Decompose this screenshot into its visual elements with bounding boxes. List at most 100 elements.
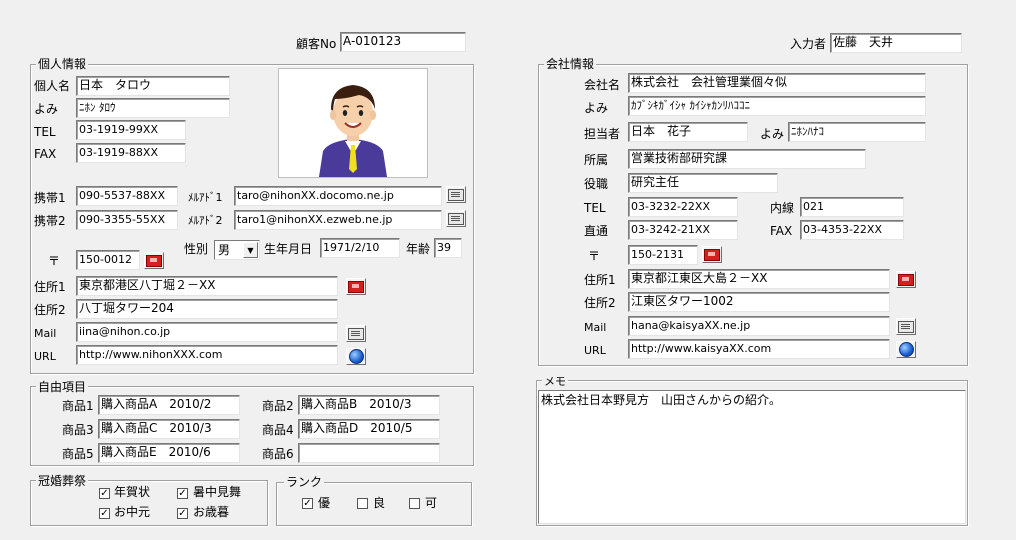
company-name-label: 会社名 bbox=[584, 78, 621, 92]
company-fax-field[interactable]: 03-4353-22XX bbox=[800, 220, 904, 240]
mail-address1-label: ﾒﾙｱﾄﾞ1 bbox=[188, 191, 223, 204]
rank-excellent-checkbox[interactable]: ✓ bbox=[302, 498, 313, 509]
mail-icon bbox=[898, 320, 914, 333]
chevron-down-icon[interactable]: ▼ bbox=[243, 242, 258, 258]
midyear-gift-label: お中元 bbox=[114, 505, 151, 519]
company-zip-field[interactable]: 150-2131 bbox=[628, 245, 698, 265]
product3-field[interactable]: 購入商品C 2010/3 bbox=[98, 419, 240, 439]
globe-icon bbox=[348, 349, 364, 364]
product5-field[interactable]: 購入商品E 2010/6 bbox=[98, 443, 240, 463]
direct-line-field[interactable]: 03-3242-21XX bbox=[628, 220, 738, 240]
company-name-field[interactable]: 株式会社 会社管理業個々似 bbox=[628, 73, 926, 93]
product4-field[interactable]: 購入商品D 2010/5 bbox=[298, 419, 440, 439]
personal-addr1-label: 住所1 bbox=[34, 280, 66, 294]
rank-fair-label: 可 bbox=[425, 496, 438, 510]
personal-send-mail-button[interactable] bbox=[346, 325, 366, 342]
personal-tel-field[interactable]: 03-1919-99XX bbox=[76, 120, 186, 140]
mail-address1-field[interactable]: taro@nihonXX.docomo.ne.jp bbox=[234, 186, 442, 206]
summer-greeting-checkbox[interactable]: ✓ bbox=[177, 488, 188, 499]
extension-field[interactable]: 021 bbox=[800, 197, 904, 217]
product2-label: 商品2 bbox=[262, 399, 294, 413]
extension-label: 内線 bbox=[770, 201, 795, 215]
company-tel-field[interactable]: 03-3232-22XX bbox=[628, 197, 738, 217]
company-email-field[interactable]: hana@kaisyaXX.ne.jp bbox=[628, 316, 890, 336]
dept-label: 所属 bbox=[584, 153, 609, 167]
person-avatar-icon bbox=[279, 69, 427, 177]
personal-map-button[interactable] bbox=[346, 278, 366, 295]
personal-addr1-field[interactable]: 東京都港区八丁堀２－XX bbox=[76, 276, 338, 296]
personal-email-field[interactable]: iina@nihon.co.jp bbox=[76, 322, 338, 342]
entered-by-field[interactable]: 佐藤 天井 bbox=[830, 33, 962, 53]
company-map-button[interactable] bbox=[896, 271, 916, 288]
product5-label: 商品5 bbox=[62, 447, 94, 461]
contact-label: 担当者 bbox=[584, 127, 621, 141]
personal-tel-label: TEL bbox=[34, 125, 56, 139]
gender-label: 性別 bbox=[184, 242, 209, 256]
memo-textarea[interactable]: 株式会社日本野見方 山田さんからの紹介。 bbox=[538, 390, 966, 524]
contact-kana-field[interactable]: ﾆﾎﾝﾊﾅｺ bbox=[788, 122, 926, 142]
product6-label: 商品6 bbox=[262, 447, 294, 461]
personal-fax-field[interactable]: 03-1919-88XX bbox=[76, 143, 186, 163]
company-addr2-field[interactable]: 江東区タワー1002 bbox=[628, 292, 890, 312]
direct-line-label: 直通 bbox=[584, 224, 609, 238]
product1-field[interactable]: 購入商品A 2010/2 bbox=[98, 395, 240, 415]
personal-zip-label: 〒 bbox=[48, 254, 61, 268]
personal-url-field[interactable]: http://www.nihonXXX.com bbox=[76, 345, 338, 365]
new-year-card-label: 年賀状 bbox=[114, 485, 151, 499]
company-zip-lookup-button[interactable] bbox=[702, 246, 722, 263]
product2-field[interactable]: 購入商品B 2010/3 bbox=[298, 395, 440, 415]
mobile2-field[interactable]: 090-3355-55XX bbox=[76, 210, 178, 230]
globe-icon bbox=[898, 342, 914, 357]
birthday-field[interactable]: 1971/2/10 bbox=[320, 238, 400, 258]
free-items-title: 自由項目 bbox=[36, 380, 89, 394]
mail-icon bbox=[348, 327, 364, 340]
product1-label: 商品1 bbox=[62, 399, 94, 413]
personal-kana-field[interactable]: ﾆﾎﾝ ﾀﾛｳ bbox=[76, 98, 230, 118]
company-open-url-button[interactable] bbox=[896, 341, 916, 358]
new-year-card-checkbox[interactable]: ✓ bbox=[99, 488, 110, 499]
yearend-gift-checkbox[interactable]: ✓ bbox=[177, 508, 188, 519]
dept-field[interactable]: 営業技術部研究課 bbox=[628, 149, 866, 169]
position-field[interactable]: 研究主任 bbox=[628, 173, 778, 193]
customer-no-field[interactable]: A-010123 bbox=[340, 32, 466, 52]
company-addr1-label: 住所1 bbox=[584, 273, 616, 287]
map-icon bbox=[898, 273, 914, 286]
mail-address2-field[interactable]: taro1@nihonXX.ezweb.ne.jp bbox=[234, 210, 442, 230]
mail-icon bbox=[448, 188, 464, 201]
mobile1-field[interactable]: 090-5537-88XX bbox=[76, 186, 178, 206]
midyear-gift-checkbox[interactable]: ✓ bbox=[99, 508, 110, 519]
mobile1-label: 携帯1 bbox=[34, 191, 66, 205]
personal-addr2-field[interactable]: 八丁堀タワー204 bbox=[76, 299, 338, 319]
mail-icon bbox=[448, 212, 464, 225]
position-label: 役職 bbox=[584, 177, 609, 191]
personal-zip-lookup-button[interactable] bbox=[144, 252, 164, 269]
age-label: 年齢 bbox=[406, 242, 431, 256]
rank-fair-checkbox[interactable] bbox=[409, 498, 420, 509]
company-url-label: URL bbox=[584, 344, 606, 357]
product6-field[interactable] bbox=[298, 443, 440, 463]
personal-fax-label: FAX bbox=[34, 147, 57, 161]
rank-good-checkbox[interactable] bbox=[357, 498, 368, 509]
company-addr1-field[interactable]: 東京都江東区大島２－XX bbox=[628, 269, 890, 289]
contact-kana-label: よみ bbox=[760, 127, 785, 141]
gender-value: 男 bbox=[218, 243, 231, 257]
send-mail2-button[interactable] bbox=[446, 210, 466, 227]
company-kana-field[interactable]: ｶﾌﾞｼｷｶﾞｲｼｬ ｶｲｼｬｶﾝﾘﾊｺｺﾆ bbox=[628, 96, 926, 116]
personal-name-field[interactable]: 日本 タロウ bbox=[76, 76, 230, 96]
gender-select[interactable]: 男 ▼ bbox=[214, 240, 260, 260]
personal-zip-field[interactable]: 150-0012 bbox=[76, 250, 140, 270]
age-field[interactable]: 39 bbox=[434, 238, 462, 258]
personal-open-url-button[interactable] bbox=[346, 348, 366, 365]
product3-label: 商品3 bbox=[62, 423, 94, 437]
personal-email-label: Mail bbox=[34, 327, 57, 340]
personal-info-title: 個人情報 bbox=[36, 57, 89, 71]
map-icon bbox=[348, 280, 364, 293]
company-send-mail-button[interactable] bbox=[896, 318, 916, 335]
person-photo[interactable] bbox=[278, 68, 428, 178]
postal-lookup-icon bbox=[146, 254, 162, 267]
company-kana-label: よみ bbox=[584, 101, 609, 115]
send-mail1-button[interactable] bbox=[446, 186, 466, 203]
company-url-field[interactable]: http://www.kaisyaXX.com bbox=[628, 339, 890, 359]
contact-field[interactable]: 日本 花子 bbox=[628, 122, 748, 142]
mobile2-label: 携帯2 bbox=[34, 214, 66, 228]
